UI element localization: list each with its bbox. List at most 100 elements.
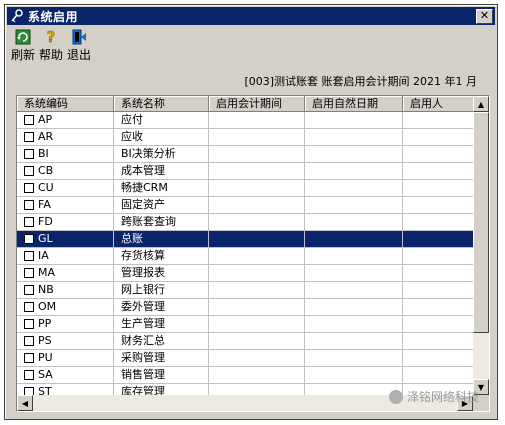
code-cell: MA [17, 265, 114, 281]
table-row[interactable]: FA 固定资产 [17, 197, 475, 214]
date-cell [305, 333, 403, 349]
table-row[interactable]: FD 跨账套查询 [17, 214, 475, 231]
system-code: NB [38, 283, 54, 296]
table-row[interactable]: IA 存货核算 [17, 248, 475, 265]
system-code: OM [38, 300, 57, 313]
table-row[interactable]: GL 总账 [17, 231, 475, 248]
enable-checkbox[interactable] [24, 234, 34, 244]
system-name: 存货核算 [114, 248, 209, 264]
watermark: 泽铭网络科技 [388, 388, 479, 405]
user-cell [403, 333, 475, 349]
user-cell [403, 180, 475, 196]
enable-checkbox[interactable] [24, 149, 34, 159]
period-cell [209, 163, 305, 179]
period-cell [209, 367, 305, 383]
system-code: AP [38, 113, 53, 126]
enable-checkbox[interactable] [24, 268, 34, 278]
date-cell [305, 146, 403, 162]
column-header-period[interactable]: 启用会计期间 [209, 96, 305, 112]
table-row[interactable]: OM 委外管理 [17, 299, 475, 316]
table-row[interactable]: PS 财务汇总 [17, 333, 475, 350]
system-code: BI [38, 147, 49, 160]
code-cell: AP [17, 112, 114, 128]
enable-checkbox[interactable] [24, 251, 34, 261]
period-cell [209, 197, 305, 213]
enable-checkbox[interactable] [24, 319, 34, 329]
enable-checkbox[interactable] [24, 132, 34, 142]
system-enable-window: 系统启用 ✕ 刷新 ? 帮助 退出 [003]测试账套 账套启用会计期间 202… [4, 4, 498, 420]
date-cell [305, 367, 403, 383]
table-row[interactable]: AR 应收 [17, 129, 475, 146]
table-row[interactable]: PU 采购管理 [17, 350, 475, 367]
column-header-user[interactable]: 启用人 [403, 96, 475, 112]
table-row[interactable]: BI BI决策分析 [17, 146, 475, 163]
help-icon: ? [46, 29, 55, 45]
code-cell: AR [17, 129, 114, 145]
system-name: 总账 [114, 231, 209, 247]
watermark-text: 泽铭网络科技 [406, 390, 479, 404]
system-code: FD [38, 215, 53, 228]
date-cell [305, 231, 403, 247]
system-code: PS [38, 334, 52, 347]
close-button[interactable]: ✕ [476, 9, 493, 24]
refresh-label: 刷新 [11, 48, 36, 62]
scroll-up-icon[interactable]: ▲ [473, 96, 489, 112]
code-cell: IA [17, 248, 114, 264]
user-cell [403, 231, 475, 247]
enable-checkbox[interactable] [24, 336, 34, 346]
system-name: 财务汇总 [114, 333, 209, 349]
period-cell [209, 180, 305, 196]
column-header-code[interactable]: 系统编码 [17, 96, 114, 112]
system-name: 应收 [114, 129, 209, 145]
scroll-left-icon[interactable]: ◀ [17, 395, 33, 411]
help-button[interactable]: ? 帮助 [39, 29, 63, 63]
system-name: 委外管理 [114, 299, 209, 315]
user-cell [403, 112, 475, 128]
enable-checkbox[interactable] [24, 115, 34, 125]
enable-checkbox[interactable] [24, 200, 34, 210]
enable-checkbox[interactable] [24, 370, 34, 380]
system-name: 采购管理 [114, 350, 209, 366]
system-code: SA [38, 368, 53, 381]
table-row[interactable]: AP 应付 [17, 112, 475, 129]
exit-button[interactable]: 退出 [67, 29, 91, 63]
period-cell [209, 146, 305, 162]
table-row[interactable]: CU 畅捷CRM [17, 180, 475, 197]
system-code: PU [38, 351, 53, 364]
period-cell [209, 299, 305, 315]
enable-checkbox[interactable] [24, 302, 34, 312]
system-code: IA [38, 249, 49, 262]
enable-checkbox[interactable] [24, 183, 34, 193]
system-name: 成本管理 [114, 163, 209, 179]
user-cell [403, 197, 475, 213]
date-cell [305, 180, 403, 196]
date-cell [305, 350, 403, 366]
enable-checkbox[interactable] [24, 217, 34, 227]
system-name: 管理报表 [114, 265, 209, 281]
system-code: CB [38, 164, 54, 177]
period-cell [209, 333, 305, 349]
system-name: 畅捷CRM [114, 180, 209, 196]
code-cell: PU [17, 350, 114, 366]
enable-checkbox[interactable] [24, 285, 34, 295]
code-cell: OM [17, 299, 114, 315]
vertical-scrollbar[interactable]: ▲ ▼ [473, 96, 489, 395]
user-cell [403, 299, 475, 315]
refresh-button[interactable]: 刷新 [11, 29, 35, 63]
column-header-name[interactable]: 系统名称 [114, 96, 209, 112]
vertical-scroll-thumb[interactable] [473, 112, 489, 333]
column-header-date[interactable]: 启用自然日期 [305, 96, 403, 112]
title-bar[interactable]: 系统启用 ✕ [7, 7, 495, 25]
table-row[interactable]: PP 生产管理 [17, 316, 475, 333]
table-row[interactable]: MA 管理报表 [17, 265, 475, 282]
code-cell: FA [17, 197, 114, 213]
date-cell [305, 197, 403, 213]
enable-checkbox[interactable] [24, 353, 34, 363]
table-row[interactable]: SA 销售管理 [17, 367, 475, 384]
user-cell [403, 129, 475, 145]
table-row[interactable]: NB 网上银行 [17, 282, 475, 299]
enable-checkbox[interactable] [24, 166, 34, 176]
code-cell: CU [17, 180, 114, 196]
table-row[interactable]: CB 成本管理 [17, 163, 475, 180]
user-cell [403, 163, 475, 179]
